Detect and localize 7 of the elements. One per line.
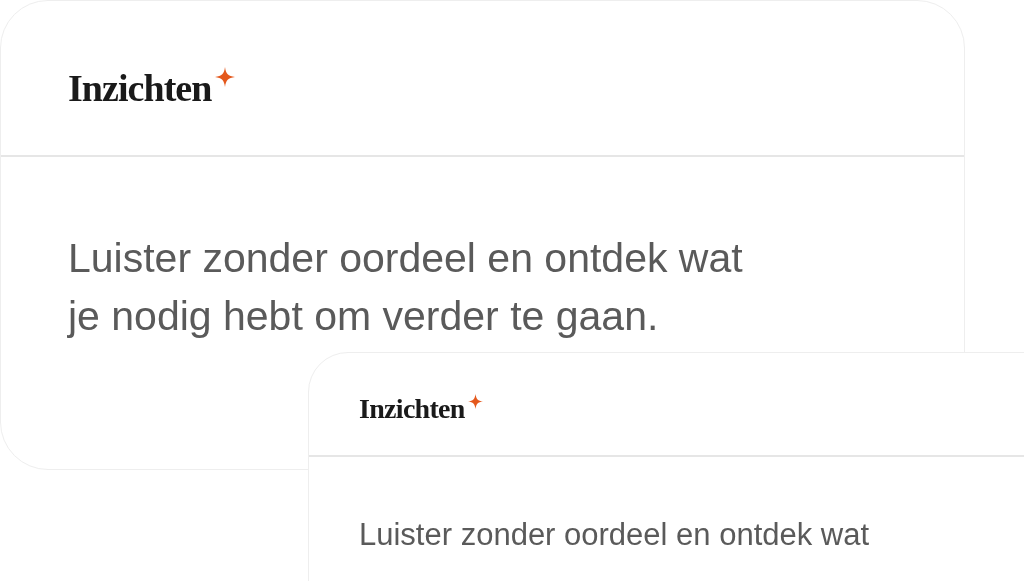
insight-text: Luister zonder oordeel en ontdek wat xyxy=(359,516,871,554)
card-title: Inzichten xyxy=(68,65,212,111)
card-title: Inzichten xyxy=(359,392,465,426)
sparkle-icon xyxy=(467,392,483,410)
sparkle-icon xyxy=(215,66,236,88)
insight-text: je nodig hebt om verder te gaan. xyxy=(68,292,660,341)
insight-text: Luister zonder oordeel en ontdek wat xyxy=(68,234,744,283)
